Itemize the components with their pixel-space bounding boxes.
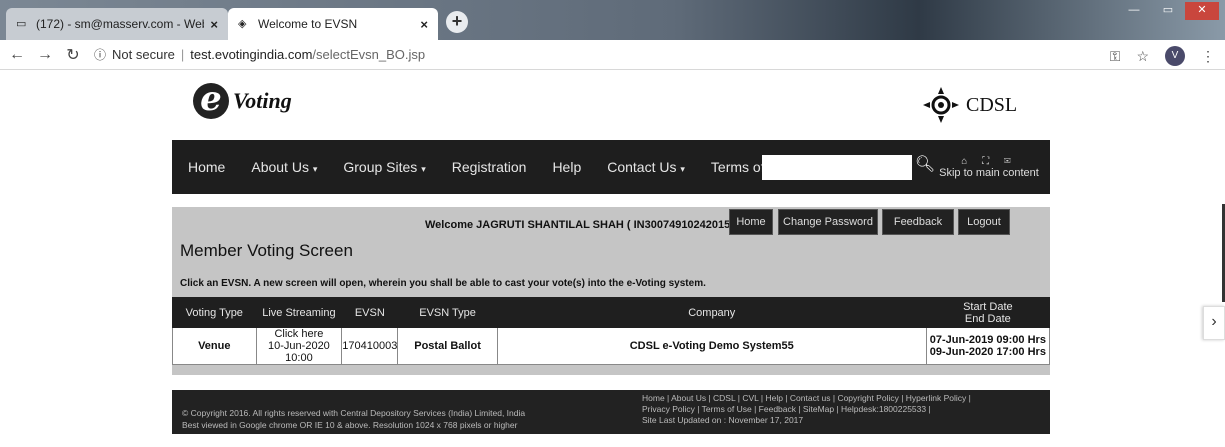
tab-title: (172) - sm@masserv.com - Web — [36, 17, 205, 31]
skip-to-content-link[interactable]: ⌂ ⛶ ✉ Skip to main content — [934, 156, 1044, 179]
browser-tab-evsn[interactable]: ◈ Welcome to EVSN × — [228, 8, 438, 40]
url-separator: | — [180, 47, 185, 62]
toolbar-icons: ⚿ ☆ V ⋮ — [1110, 46, 1215, 66]
last-updated-text: Site Last Updated on : November 17, 2017 — [642, 415, 804, 425]
click-here-link[interactable]: Click here — [257, 328, 342, 340]
evsn-table: Voting Type Live Streaming EVSN EVSN Typ… — [172, 297, 1051, 365]
key-icon[interactable]: ⚿ — [1110, 48, 1121, 65]
live-date: 10-Jun-2020 10:00 — [268, 340, 330, 364]
column-header-dates: Start Date End Date — [925, 297, 1051, 328]
e-logo-icon: e — [193, 82, 229, 119]
url-path: /selectEvsn_BO.jsp — [312, 47, 426, 62]
cdsl-logo[interactable]: CDSL — [922, 86, 1017, 124]
nav-label: Home — [188, 159, 226, 175]
dates-cell: 07-Jun-2019 09:00 Hrs 09-Jun-2020 17:00 … — [925, 327, 1051, 365]
nav-label: Registration — [451, 159, 527, 175]
company-cell: CDSL e-Voting Demo System55 — [496, 327, 927, 365]
evoting-logo[interactable]: e Voting — [193, 82, 292, 119]
window-close-icon[interactable]: ✕ — [1185, 2, 1219, 20]
instruction-text: Click an EVSN. A new screen will open, w… — [180, 278, 706, 289]
nav-help[interactable]: Help — [552, 159, 581, 175]
welcome-text: Welcome JAGRUTI SHANTILAL SHAH ( IN30074… — [425, 219, 737, 231]
chevron-right-icon[interactable]: › — [1203, 306, 1225, 340]
utility-icons: ⌂ ⛶ ✉ — [961, 156, 1017, 167]
search-icon[interactable]: 🔍︎ — [914, 155, 936, 180]
live-streaming-cell[interactable]: Click here 10-Jun-2020 10:00 — [255, 327, 343, 365]
home-button[interactable]: Home — [729, 209, 773, 235]
info-icon[interactable]: ⓘ — [94, 46, 106, 63]
voting-type-cell: Venue — [172, 327, 257, 365]
start-date: 07-Jun-2019 09:00 Hrs — [929, 334, 1046, 346]
address-bar: ← → ↻ ⓘ Not secure | test.evotingindia.c… — [0, 40, 1225, 70]
nav-registration[interactable]: Registration — [452, 159, 527, 175]
mail-icon: ▭ — [16, 18, 27, 30]
nav-label: Help — [552, 159, 582, 175]
nav-label: About Us — [251, 159, 309, 175]
nav-contact-us[interactable]: Contact Us ▾ — [607, 159, 685, 175]
end-date: 09-Jun-2020 17:00 Hrs — [929, 346, 1046, 358]
nav-label: Contact Us — [607, 159, 677, 175]
column-header: Voting Type — [172, 297, 257, 328]
caret-down-icon: ▾ — [421, 164, 426, 174]
search-input[interactable] — [762, 155, 912, 180]
browser-tab-bar: ▭ (172) - sm@masserv.com - Web × ◈ Welco… — [0, 0, 1225, 40]
caret-down-icon: ▾ — [312, 164, 318, 174]
main-navbar: Home About Us ▾ Group Sites ▾ Registrati… — [172, 140, 1050, 194]
logo-text: Voting — [233, 88, 292, 113]
avatar[interactable]: V — [1165, 46, 1185, 66]
table-header-row: Voting Type Live Streaming EVSN EVSN Typ… — [172, 297, 1051, 328]
minimize-icon[interactable]: — — [1117, 2, 1151, 20]
feedback-button[interactable]: Feedback — [882, 209, 954, 235]
table-row[interactable]: Venue Click here 10-Jun-2020 10:00 17041… — [172, 327, 1051, 365]
security-label: Not secure — [112, 47, 175, 62]
column-header: Live Streaming — [255, 297, 343, 328]
browser-tab-mail[interactable]: ▭ (172) - sm@masserv.com - Web × — [6, 8, 228, 40]
reload-icon[interactable]: ↻ — [62, 45, 84, 65]
tab-close-icon[interactable]: × — [420, 17, 428, 32]
tab-title: Welcome to EVSN — [258, 17, 358, 31]
nav-home[interactable]: Home — [188, 159, 225, 175]
column-header: EVSN Type — [397, 297, 498, 328]
back-icon[interactable]: ← — [6, 46, 28, 64]
evsn-type-cell: Postal Ballot — [397, 327, 498, 365]
footer: © Copyright 2016. All rights reserved wi… — [172, 390, 1050, 434]
column-header: EVSN — [341, 297, 399, 328]
change-password-button[interactable]: Change Password — [778, 209, 878, 235]
star-icon[interactable]: ☆ — [1136, 48, 1149, 65]
evsn-link[interactable]: 170410003 — [341, 327, 399, 365]
url-host: test.evotingindia.com — [190, 47, 313, 62]
logout-button[interactable]: Logout — [958, 209, 1010, 235]
start-date-header: Start Date — [963, 300, 1013, 313]
tab-close-icon[interactable]: × — [210, 17, 218, 32]
url-field[interactable]: ⓘ Not secure | test.evotingindia.com/sel… — [94, 46, 425, 63]
diamond-icon: ◈ — [238, 18, 247, 30]
nav-group-sites[interactable]: Group Sites ▾ — [343, 159, 425, 175]
skip-label: Skip to main content — [939, 167, 1039, 179]
nav-label: Group Sites — [343, 159, 418, 175]
new-tab-button[interactable]: + — [446, 11, 468, 33]
nav-about-us[interactable]: About Us ▾ — [251, 159, 317, 175]
member-panel: Welcome JAGRUTI SHANTILAL SHAH ( IN30074… — [172, 207, 1051, 375]
caret-down-icon: ▾ — [680, 164, 685, 174]
browser-note: Best viewed in Google chrome OR IE 10 & … — [182, 420, 518, 430]
column-header: Company — [496, 297, 927, 328]
forward-icon[interactable]: → — [34, 46, 56, 64]
menu-icon[interactable]: ⋮ — [1201, 48, 1215, 65]
page-title: Member Voting Screen — [180, 241, 353, 260]
cdsl-emblem-icon — [923, 87, 959, 123]
footer-links-line1[interactable]: Home | About Us | CDSL | CVL | Help | Co… — [642, 393, 971, 404]
maximize-icon[interactable]: ▭ — [1151, 2, 1185, 20]
window-controls: — ▭ ✕ — [1117, 2, 1219, 20]
footer-links-line2[interactable]: Privacy Policy | Terms of Use | Feedback… — [642, 404, 971, 415]
footer-links: Home | About Us | CDSL | CVL | Help | Co… — [642, 393, 971, 426]
end-date-header: End Date — [964, 312, 1011, 325]
cdsl-logo-text: CDSL — [966, 93, 1018, 116]
